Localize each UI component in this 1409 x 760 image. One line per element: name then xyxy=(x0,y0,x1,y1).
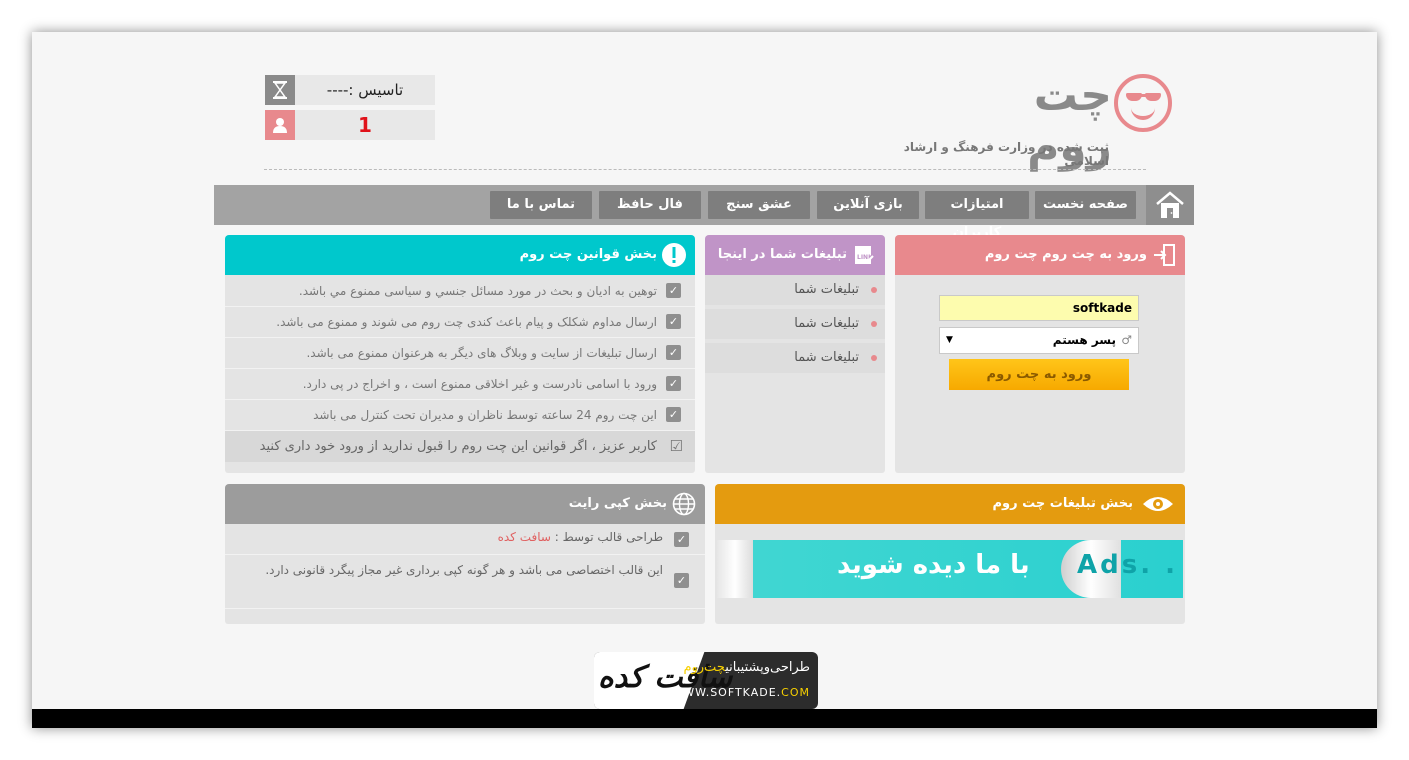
footer-logo-highlight: چت‌روم xyxy=(683,660,726,675)
login-panel-header: ورود به چت روم چت روم xyxy=(895,235,1185,275)
designer-credit-text: طراحی قالب توسط : سافت کده xyxy=(498,530,663,544)
designer-name-link[interactable]: سافت کده xyxy=(498,530,551,544)
nav-item-contact[interactable]: تماس با ما xyxy=(490,191,592,219)
founded-text: تاسیس :---- xyxy=(326,81,404,99)
checkbox-icon: ✓ xyxy=(666,345,681,360)
rules-panel: بخش قوانین چت روم ✓ توهین به ادیان و بحث … xyxy=(225,235,695,473)
link-icon: LINK xyxy=(851,242,877,268)
rule-item: ✓ توهین به ادیان و بحث در مورد مسائل جنسي… xyxy=(225,276,695,307)
rule-text: ارسال مداوم شکلک و پیام باعث کندی چت روم… xyxy=(276,315,657,329)
promo-panel-header: بخش تبلیغات چت روم xyxy=(715,484,1185,524)
footer-url-tld: COM xyxy=(781,686,810,699)
hourglass-icon xyxy=(265,75,295,105)
founded-stat: تاسیس :---- xyxy=(265,75,435,105)
gender-select[interactable]: ♂ پسر هستم ▼ xyxy=(939,327,1139,354)
page-container: چت روم ثبت شده در وزارت فرهنگ و ارشاد اس… xyxy=(32,32,1377,728)
copyright-panel-title: بخش کپی رایت xyxy=(568,496,667,511)
nav-item-love-meter[interactable]: عشق سنج xyxy=(708,191,810,219)
ad-slot-label: تبلیغات شما xyxy=(794,316,859,331)
username-input[interactable] xyxy=(939,295,1139,321)
rule-text: توهین به ادیان و بحث در مورد مسائل جنسي … xyxy=(298,284,657,298)
designer-credit: ✓ طراحی قالب توسط : سافت کده xyxy=(225,524,705,555)
site-subtitle: ثبت شده در وزارت فرهنگ و ارشاد اسلامی xyxy=(903,140,1109,168)
rules-warning-text: کاربر عزیز ، اگر قوانین این چت روم را قب… xyxy=(259,439,657,454)
login-button[interactable]: ورود به چت روم xyxy=(949,359,1129,390)
rules-warning: ☑ کاربر عزیز ، اگر قوانین این چت روم را … xyxy=(225,431,695,462)
copyright-notice-text: این قالب اختصاصی می باشد و هر گونه کپی ب… xyxy=(265,563,663,577)
rule-text: این چت روم 24 ساعته توسط ناظران و مدیران… xyxy=(313,408,657,422)
online-users-stat: 1 xyxy=(265,110,435,140)
footer-logo-url: WWW.SOFTKADE.COM xyxy=(671,686,810,699)
bullet-dot-icon xyxy=(871,355,877,361)
nav-item-home[interactable]: صفحه نخست xyxy=(1035,191,1136,219)
promo-panel-title: بخش تبلیغات چت روم xyxy=(992,496,1133,511)
designer-prefix: طراحی قالب توسط : xyxy=(554,530,663,544)
checkbox-icon: ✓ xyxy=(666,407,681,422)
copyright-notice: ✓ این قالب اختصاصی می باشد و هر گونه کپی… xyxy=(225,556,705,609)
checkbox-icon: ✓ xyxy=(674,573,689,588)
rule-text: ورود با اسامی نادرست و غیر اخلاقی ممنوع … xyxy=(302,377,657,391)
checkbox-icon: ✓ xyxy=(666,283,681,298)
male-symbol-icon: ♂ xyxy=(1121,333,1132,347)
smiley-sunglasses-logo-icon xyxy=(1114,74,1172,132)
user-icon xyxy=(265,110,295,140)
login-panel-title: ورود به چت روم چت روم xyxy=(984,247,1147,262)
login-panel: ورود به چت روم چت روم ♂ پسر هستم ▼ ورود … xyxy=(895,235,1185,473)
dropdown-arrow-icon: ▼ xyxy=(946,335,953,345)
nav-item-hafez-fortune[interactable]: فال حافظ xyxy=(599,191,701,219)
exclamation-icon xyxy=(661,242,687,268)
ad-slot-label: تبلیغات شما xyxy=(794,282,859,297)
ad-slot-2[interactable]: تبلیغات شما xyxy=(705,309,885,339)
ads-panel-header: LINK تبلیغات شما در اینجا xyxy=(705,235,885,275)
ad-slot-3[interactable]: تبلیغات شما xyxy=(705,343,885,373)
footer-bar xyxy=(32,709,1377,728)
header-divider xyxy=(264,169,1146,170)
banner-slogan: با ما دیده شوید xyxy=(837,550,1030,580)
footer-logo-line1: طراحی‌وپشتیبانیچت‌روم xyxy=(683,660,810,675)
check-square-icon: ☑ xyxy=(669,437,683,455)
rule-item: ✓ ارسال مداوم شکلک و پیام باعث کندی چت رو… xyxy=(225,307,695,338)
ads-panel: LINK تبلیغات شما در اینجا تبلیغات شما تب… xyxy=(705,235,885,473)
footer-url-main: WWW.SOFTKADE. xyxy=(671,686,782,699)
home-icon[interactable] xyxy=(1146,185,1194,225)
checkbox-icon: ✓ xyxy=(674,532,689,547)
ad-slot-1[interactable]: تبلیغات شما xyxy=(705,275,885,305)
softkade-footer-logo[interactable]: سافت کده طراحی‌وپشتیبانیچت‌روم WWW.SOFTK… xyxy=(594,652,818,709)
gender-selected-value: پسر هستم xyxy=(1052,333,1116,347)
ad-slot-label: تبلیغات شما xyxy=(794,350,859,365)
footer-logo-prefix: طراحی‌وپشتیبانی xyxy=(725,660,810,675)
nav-item-online-games[interactable]: بازی آنلاین xyxy=(817,191,919,219)
bullet-dot-icon xyxy=(871,287,877,293)
copyright-panel-header: بخش کپی رایت xyxy=(225,484,705,524)
rule-item: ✓ ورود با اسامی نادرست و غیر اخلاقی ممنوع… xyxy=(225,369,695,400)
enter-door-icon xyxy=(1151,242,1177,268)
rule-text: ارسال تبلیغات از سایت و وبلاگ های دیگر ب… xyxy=(306,346,657,360)
nav-item-user-points[interactable]: امتیازات کاربران xyxy=(925,191,1029,240)
copyright-panel: بخش کپی رایت ✓ طراحی قالب توسط : سافت کد… xyxy=(225,484,705,624)
bullet-dot-icon xyxy=(871,321,877,327)
globe-icon xyxy=(671,491,697,517)
eye-icon xyxy=(1141,491,1175,517)
checkbox-icon: ✓ xyxy=(666,376,681,391)
rules-panel-header: بخش قوانین چت روم xyxy=(225,235,695,275)
promo-banner[interactable]: با ما دیده شوید Ads. . xyxy=(717,540,1183,598)
rule-item: ✓ این چت روم 24 ساعته توسط ناظران و مدیرا… xyxy=(225,400,695,431)
checkbox-icon: ✓ xyxy=(666,314,681,329)
ads-panel-title: تبلیغات شما در اینجا xyxy=(717,247,847,262)
promo-panel: بخش تبلیغات چت روم با ما دیده شوید Ads. … xyxy=(715,484,1185,624)
rule-item: ✓ ارسال تبلیغات از سایت و وبلاگ های دیگر … xyxy=(225,338,695,369)
online-count: 1 xyxy=(358,113,372,137)
main-nav: صفحه نخست امتیازات کاربران بازی آنلاین ع… xyxy=(214,185,1194,240)
rules-panel-title: بخش قوانین چت روم xyxy=(519,247,657,262)
banner-ads-text: Ads. . xyxy=(1077,550,1179,580)
